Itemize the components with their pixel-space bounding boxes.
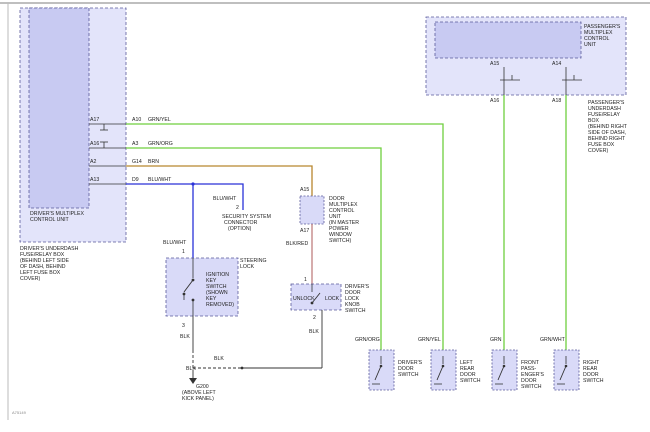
svg-text:BLK: BLK — [214, 356, 224, 362]
svg-text:GRN/WHT: GRN/WHT — [540, 337, 566, 343]
svg-text:BRN: BRN — [148, 159, 159, 165]
door-lock-knob-switch: 1 UNLOCK LOCK 2 DRIVER'S DOOR LOCK KNOB … — [290, 277, 370, 321]
pin-a14-pass: A14 — [552, 61, 561, 67]
svg-text:SWITCH: SWITCH — [521, 384, 542, 390]
pin-a15-pass: A15 — [490, 61, 499, 67]
wiring-diagram: DRIVER'S MULTIPLEX CONTROL UNIT DRIVER'S… — [0, 2, 650, 420]
svg-text:GRN/YEL: GRN/YEL — [148, 117, 171, 123]
front-passenger-door-switch: FRONT PASS- ENGER'S DOOR SWITCH — [491, 349, 544, 391]
driver-unit-label-2: CONTROL UNIT — [30, 217, 70, 223]
wire-grn: GRN — [490, 95, 505, 350]
svg-text:3: 3 — [182, 323, 185, 329]
svg-text:GRN/YEL: GRN/YEL — [418, 337, 441, 343]
svg-text:SWITCH: SWITCH — [460, 378, 481, 384]
driver-fuse-relay-box: DRIVER'S MULTIPLEX CONTROL UNIT DRIVER'S… — [19, 7, 127, 282]
svg-text:G14: G14 — [132, 159, 142, 165]
svg-text:BLK/RED: BLK/RED — [286, 241, 308, 247]
svg-text:A10: A10 — [132, 117, 141, 123]
right-rear-door-switch: RIGHT REAR DOOR SWITCH — [553, 349, 604, 391]
passenger-box-label-9: COVER) — [588, 148, 608, 154]
driver-box-label-6: COVER) — [20, 276, 40, 282]
passenger-unit-label-4: UNIT — [584, 42, 597, 48]
svg-text:A15: A15 — [300, 187, 309, 193]
driver-multiplex-unit — [28, 7, 90, 209]
svg-text:GRN: GRN — [490, 337, 502, 343]
pin-a16-pass: A16 — [490, 98, 499, 104]
door-multiplex-unit: DOOR MULTIPLEX CONTROL UNIT (IN MASTER P… — [286, 195, 359, 284]
pin-a2: A2 — [90, 159, 96, 165]
svg-text:SWITCH): SWITCH) — [329, 238, 351, 244]
svg-text:GRN/ORG: GRN/ORG — [355, 337, 380, 343]
svg-text:BLK: BLK — [186, 366, 196, 372]
svg-text:D9: D9 — [132, 177, 139, 183]
wire-blk-ground: BLK BLK BLK BLK G200 (ABOVE LEFT KICK PA… — [180, 310, 323, 402]
svg-text:A3: A3 — [132, 141, 138, 147]
svg-text:BLK: BLK — [309, 329, 319, 335]
svg-text:KICK PANEL): KICK PANEL) — [182, 396, 214, 402]
svg-text:LOCK: LOCK — [240, 264, 255, 270]
wire-grn-wht: GRN/WHT — [540, 95, 567, 350]
svg-text:BLU/WHT: BLU/WHT — [148, 177, 172, 183]
svg-text:(OPTION): (OPTION) — [228, 226, 252, 232]
ignition-key-switch: 1 STEERING LOCK IGNITION KEY SWITCH (SHO… — [165, 249, 267, 329]
security-system-connector: 2 SECURITY SYSTEM CONNECTOR (OPTION) — [222, 205, 271, 232]
pin-a17: A17 — [90, 117, 99, 123]
svg-text:GRN/ORG: GRN/ORG — [148, 141, 173, 147]
svg-text:SWITCH: SWITCH — [583, 378, 604, 384]
pin-a16: A16 — [90, 141, 99, 147]
svg-text:A17: A17 — [300, 228, 309, 234]
figure-code: A75149 — [12, 410, 27, 415]
svg-text:BLK: BLK — [180, 334, 190, 340]
svg-text:LOCK: LOCK — [325, 296, 340, 302]
svg-text:UNLOCK: UNLOCK — [293, 296, 315, 302]
svg-text:SWITCH: SWITCH — [345, 308, 366, 314]
svg-text:SWITCH: SWITCH — [398, 372, 419, 378]
svg-text:2: 2 — [236, 205, 239, 211]
svg-text:1: 1 — [304, 277, 307, 283]
left-rear-door-switch: LEFT REAR DOOR SWITCH — [430, 349, 481, 391]
svg-text:BLU/WHT: BLU/WHT — [213, 196, 237, 202]
passenger-multiplex-unit — [434, 21, 582, 59]
driver-door-switch: DRIVER'S DOOR SWITCH — [368, 349, 423, 391]
pin-a18-pass: A18 — [552, 98, 561, 104]
svg-text:REMOVED): REMOVED) — [206, 302, 234, 308]
pin-a13: A13 — [90, 177, 99, 183]
svg-text:2: 2 — [313, 315, 316, 321]
svg-text:BLU/WHT: BLU/WHT — [163, 240, 187, 246]
svg-text:1: 1 — [182, 249, 185, 255]
passenger-fuse-relay-box: PASSENGER'S MULTIPLEX CONTROL UNIT A15 A… — [425, 16, 628, 154]
